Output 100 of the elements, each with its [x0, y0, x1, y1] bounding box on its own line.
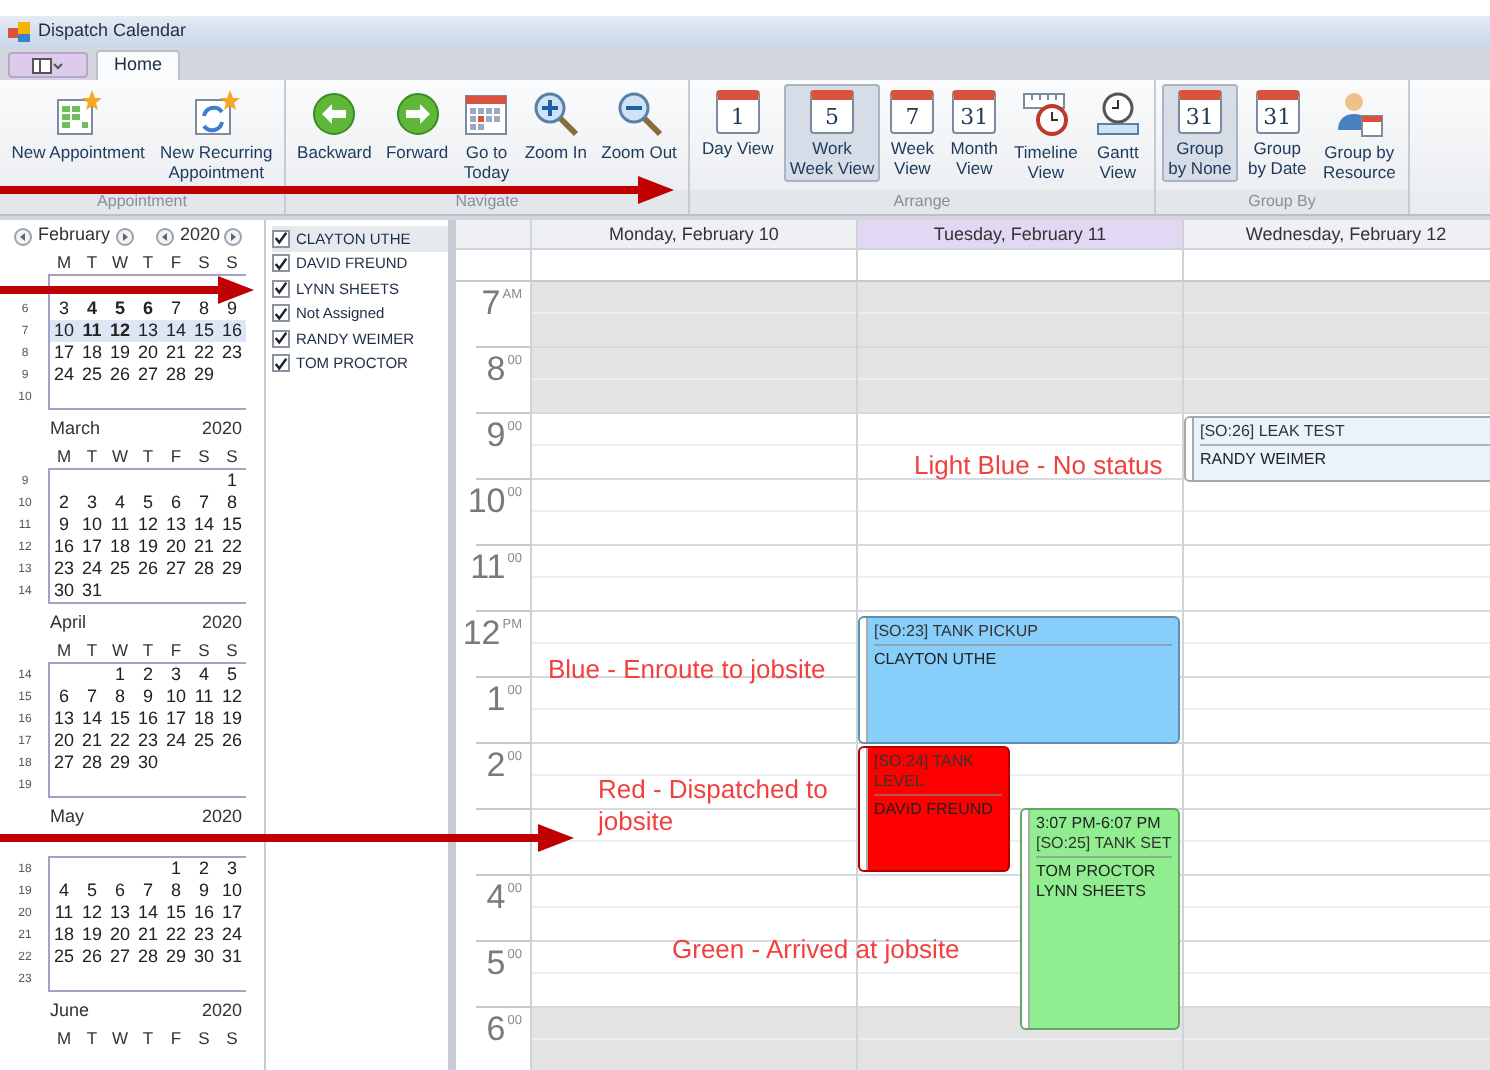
day-number[interactable]: 15 — [193, 322, 214, 340]
ribbon-button[interactable]: Backward — [291, 84, 378, 166]
day-number[interactable]: 29 — [193, 366, 214, 384]
day-number[interactable]: 18 — [81, 344, 102, 362]
day-number[interactable]: 3 — [86, 494, 97, 512]
day-number[interactable]: 10 — [165, 688, 186, 706]
next-icon[interactable] — [116, 227, 135, 245]
checkbox[interactable] — [272, 329, 290, 348]
checkbox[interactable] — [272, 354, 290, 373]
previous-icon[interactable] — [155, 227, 174, 245]
appointment-card[interactable]: [SO:24] TANK LEVEL DAVID FREUND — [858, 746, 1010, 872]
day-number[interactable]: 12 — [109, 322, 130, 340]
day-number[interactable]: 14 — [137, 904, 158, 922]
day-number[interactable]: 29 — [109, 754, 130, 772]
ribbon-button[interactable]: Zoom In — [518, 84, 594, 166]
day-header[interactable]: Wednesday, February 12 — [1182, 220, 1490, 248]
ribbon-button[interactable]: Group by Resource — [1316, 84, 1402, 186]
day-number[interactable]: 3 — [58, 300, 69, 318]
day-number[interactable]: 4 — [58, 882, 69, 900]
day-number[interactable]: 3 — [226, 860, 237, 878]
ribbon-button[interactable]: 31 Month View — [944, 84, 1004, 182]
next-icon[interactable] — [224, 227, 242, 245]
day-number[interactable]: 25 — [193, 732, 214, 750]
day-number[interactable]: 9 — [198, 882, 209, 900]
day-number[interactable]: 29 — [165, 948, 186, 966]
ribbon-button[interactable]: 31 Group by Date — [1241, 84, 1313, 182]
day-number[interactable]: 11 — [194, 688, 214, 706]
day-number[interactable]: 1 — [226, 472, 237, 490]
day-number[interactable]: 6 — [170, 494, 181, 512]
day-number[interactable]: 2 — [198, 860, 209, 878]
day-number[interactable]: 28 — [137, 948, 158, 966]
appointment-card[interactable]: [SO:23] TANK PICKUP CLAYTON UTHE — [858, 616, 1180, 744]
day-number[interactable]: 21 — [137, 926, 158, 944]
day-number[interactable]: 5 — [142, 494, 153, 512]
previous-icon[interactable] — [14, 227, 32, 245]
day-number[interactable]: 1 — [170, 860, 181, 878]
ribbon-button[interactable]: Gantt View — [1087, 84, 1148, 186]
day-number[interactable]: 24 — [53, 366, 74, 384]
day-number[interactable]: 8 — [198, 300, 209, 318]
day-number[interactable]: 19 — [81, 926, 102, 944]
day-number[interactable]: 23 — [193, 926, 214, 944]
day-number[interactable]: 20 — [109, 926, 130, 944]
day-number[interactable]: 2 — [58, 494, 69, 512]
day-number[interactable]: 11 — [54, 904, 74, 922]
day-number[interactable]: 30 — [137, 754, 158, 772]
appointment-card[interactable]: 3:07 PM-6:07 PM [SO:25] TANK SET TOM PROCTOR LYNN SHEETS — [1020, 808, 1180, 1030]
day-number[interactable]: 20 — [137, 344, 158, 362]
ribbon-button[interactable]: Zoom Out — [595, 84, 683, 166]
day-number[interactable]: 9 — [58, 516, 69, 534]
day-number[interactable]: 7 — [86, 688, 97, 706]
day-number[interactable]: 7 — [170, 300, 181, 318]
day-number[interactable]: 22 — [193, 344, 214, 362]
day-number[interactable]: 23 — [221, 344, 242, 362]
day-number[interactable]: 23 — [53, 560, 74, 578]
day-number[interactable]: 16 — [53, 538, 74, 556]
day-number[interactable]: 31 — [81, 582, 102, 600]
day-number[interactable]: 12 — [81, 904, 102, 922]
day-number[interactable]: 27 — [137, 366, 158, 384]
day-number[interactable]: 24 — [165, 732, 186, 750]
day-number[interactable]: 14 — [193, 516, 214, 534]
day-number[interactable]: 28 — [165, 366, 186, 384]
appointment-card[interactable]: [SO:26] LEAK TEST RANDY WEIMER — [1184, 416, 1490, 482]
day-number[interactable]: 18 — [109, 538, 130, 556]
day-number[interactable]: 19 — [137, 538, 158, 556]
day-number[interactable]: 6 — [142, 300, 153, 318]
day-number[interactable]: 19 — [109, 344, 130, 362]
ribbon-button[interactable]: Timeline View — [1008, 84, 1084, 186]
day-number[interactable]: 11 — [82, 322, 102, 340]
day-number[interactable]: 4 — [114, 494, 125, 512]
app-menu-button[interactable] — [8, 52, 88, 78]
day-number[interactable]: 11 — [110, 516, 130, 534]
checkbox[interactable] — [272, 229, 290, 248]
day-number[interactable]: 4 — [198, 666, 209, 684]
checkbox[interactable] — [272, 304, 290, 323]
day-number[interactable]: 26 — [137, 560, 158, 578]
day-number[interactable]: 9 — [226, 300, 237, 318]
day-number[interactable]: 13 — [137, 322, 158, 340]
day-number[interactable]: 5 — [114, 300, 125, 318]
ribbon-tab[interactable]: Home — [96, 50, 181, 80]
day-number[interactable]: 28 — [81, 754, 102, 772]
day-number[interactable]: 22 — [165, 926, 186, 944]
day-number[interactable]: 26 — [221, 732, 242, 750]
day-number[interactable]: 6 — [58, 688, 69, 706]
day-number[interactable]: 7 — [198, 494, 209, 512]
ribbon-button[interactable]: 31 Group by None — [1162, 84, 1238, 182]
day-number[interactable]: 8 — [170, 882, 181, 900]
ribbon-button[interactable]: 5 Work Week View — [783, 84, 881, 182]
checkbox[interactable] — [272, 254, 290, 273]
day-number[interactable]: 6 — [114, 882, 125, 900]
day-number[interactable]: 27 — [109, 948, 130, 966]
day-number[interactable]: 22 — [109, 732, 130, 750]
day-number[interactable]: 17 — [81, 538, 102, 556]
day-number[interactable]: 17 — [53, 344, 74, 362]
day-number[interactable]: 3 — [170, 666, 181, 684]
day-number[interactable]: 21 — [81, 732, 102, 750]
day-number[interactable]: 23 — [137, 732, 158, 750]
day-number[interactable]: 24 — [81, 560, 102, 578]
day-number[interactable]: 28 — [193, 560, 214, 578]
ribbon-button[interactable]: New Recurring Appointment — [153, 84, 279, 186]
day-number[interactable]: 13 — [53, 710, 74, 728]
